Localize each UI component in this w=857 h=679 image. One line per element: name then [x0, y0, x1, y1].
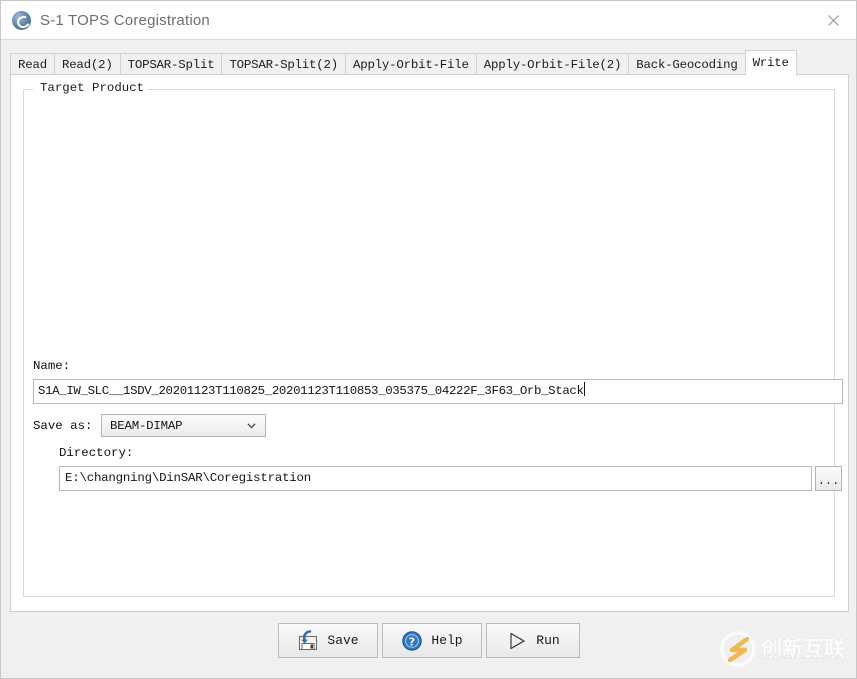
tab-apply-orbit-file-2[interactable]: Apply-Orbit-File(2) — [475, 53, 629, 75]
tab-label: Back-Geocoding — [636, 57, 738, 72]
save-as-label: Save as: — [33, 419, 93, 433]
name-label: Name: — [33, 359, 71, 373]
tab-label: Apply-Orbit-File(2) — [483, 57, 622, 72]
tab-label: Read — [18, 57, 47, 72]
tab-write[interactable]: Write — [744, 50, 797, 76]
tab-back-geocoding[interactable]: Back-Geocoding — [628, 53, 745, 75]
run-button[interactable]: Run — [486, 623, 580, 658]
watermark: 创新互联 CHUANGXIN HULIAN — [719, 626, 849, 672]
name-value: S1A_IW_SLC__1SDV_20201123T110825_2020112… — [38, 384, 584, 398]
group-title-label: Target Product — [36, 81, 149, 95]
save-disk-icon — [299, 629, 318, 650]
target-product-group: Target Product — [23, 81, 835, 597]
directory-input[interactable]: E:\changning\DinSAR\Coregistration — [59, 466, 812, 491]
run-button-label: Run — [536, 633, 560, 648]
chevron-down-icon — [247, 423, 256, 429]
directory-label: Directory: — [59, 446, 134, 460]
cx-circle-logo-icon — [720, 631, 756, 667]
save-as-dropdown[interactable]: BEAM-DIMAP — [101, 414, 266, 437]
group-border-line — [130, 89, 834, 90]
tab-topsar-split[interactable]: TOPSAR-Split — [119, 53, 222, 75]
tab-label: Apply-Orbit-File — [352, 57, 469, 72]
help-button[interactable]: ? Help — [382, 623, 482, 658]
tab-read-2[interactable]: Read(2) — [53, 53, 120, 75]
help-button-label: Help — [431, 633, 463, 648]
watermark-subtext: CHUANGXIN HULIAN — [759, 653, 840, 661]
close-button[interactable] — [810, 1, 856, 39]
window-title: S-1 TOPS Coregistration — [40, 11, 210, 29]
help-question-icon: ? — [402, 630, 423, 651]
play-triangle-icon — [510, 632, 525, 649]
tab-label: Read(2) — [61, 57, 113, 72]
tab-apply-orbit-file[interactable]: Apply-Orbit-File — [344, 53, 476, 75]
tab-label: TOPSAR-Split — [127, 57, 215, 72]
svg-text:?: ? — [409, 635, 415, 648]
name-input[interactable]: S1A_IW_SLC__1SDV_20201123T110825_2020112… — [33, 379, 843, 404]
text-caret — [583, 382, 585, 396]
snap-app-icon — [12, 10, 31, 30]
tab-label: Write — [752, 56, 789, 70]
directory-browse-button[interactable]: ... — [815, 466, 842, 491]
watermark-text: 创新互联 — [761, 636, 845, 661]
title-bar: S-1 TOPS Coregistration — [1, 1, 856, 40]
tab-bar: Read Read(2) TOPSAR-Split TOPSAR-Split(2… — [10, 49, 849, 76]
save-button[interactable]: Save — [278, 623, 378, 658]
ellipsis-icon: ... — [817, 474, 840, 488]
tab-topsar-split-2[interactable]: TOPSAR-Split(2) — [221, 53, 345, 75]
save-as-value: BEAM-DIMAP — [110, 418, 183, 433]
write-tab-panel: Target Product Name: S1A_IW_SLC__1SDV_20… — [10, 74, 849, 612]
close-icon — [827, 14, 839, 26]
save-button-label: Save — [327, 633, 359, 648]
tab-read[interactable]: Read — [10, 53, 54, 75]
dialog-window: S-1 TOPS Coregistration Read Read(2) TOP… — [0, 0, 857, 679]
tab-label: TOPSAR-Split(2) — [229, 57, 338, 72]
